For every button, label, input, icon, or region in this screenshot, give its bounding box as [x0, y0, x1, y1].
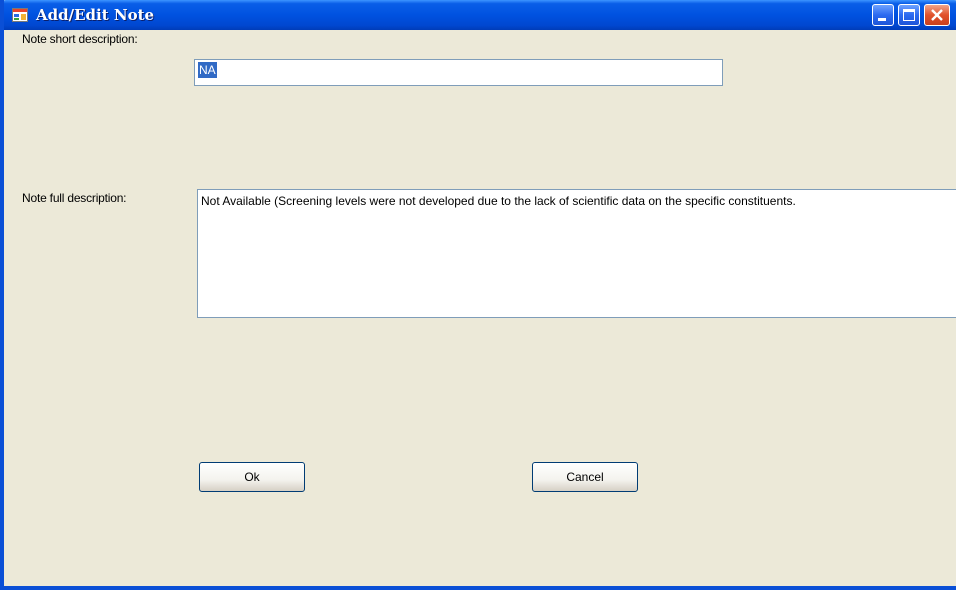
cancel-button[interactable]: Cancel: [532, 462, 638, 492]
full-description-value: Not Available (Screening levels were not…: [201, 194, 796, 208]
app-form-icon: [12, 7, 28, 23]
short-description-input[interactable]: NA: [194, 59, 723, 86]
close-icon: [931, 9, 943, 21]
full-description-label: Note full description:: [22, 191, 127, 205]
close-button[interactable]: [924, 4, 950, 26]
minimize-button[interactable]: [872, 4, 894, 26]
short-description-label: Note short description:: [22, 32, 138, 46]
ok-button[interactable]: Ok: [199, 462, 305, 492]
title-bar[interactable]: Add/Edit Note: [4, 0, 956, 30]
maximize-icon: [903, 9, 915, 21]
minimize-icon: [878, 18, 886, 21]
short-description-value: NA: [198, 62, 217, 78]
add-edit-note-window: Add/Edit Note Note short description: NA…: [0, 0, 956, 590]
window-title: Add/Edit Note: [36, 6, 155, 24]
full-description-textarea[interactable]: Not Available (Screening levels were not…: [197, 189, 956, 318]
maximize-button[interactable]: [898, 4, 920, 26]
